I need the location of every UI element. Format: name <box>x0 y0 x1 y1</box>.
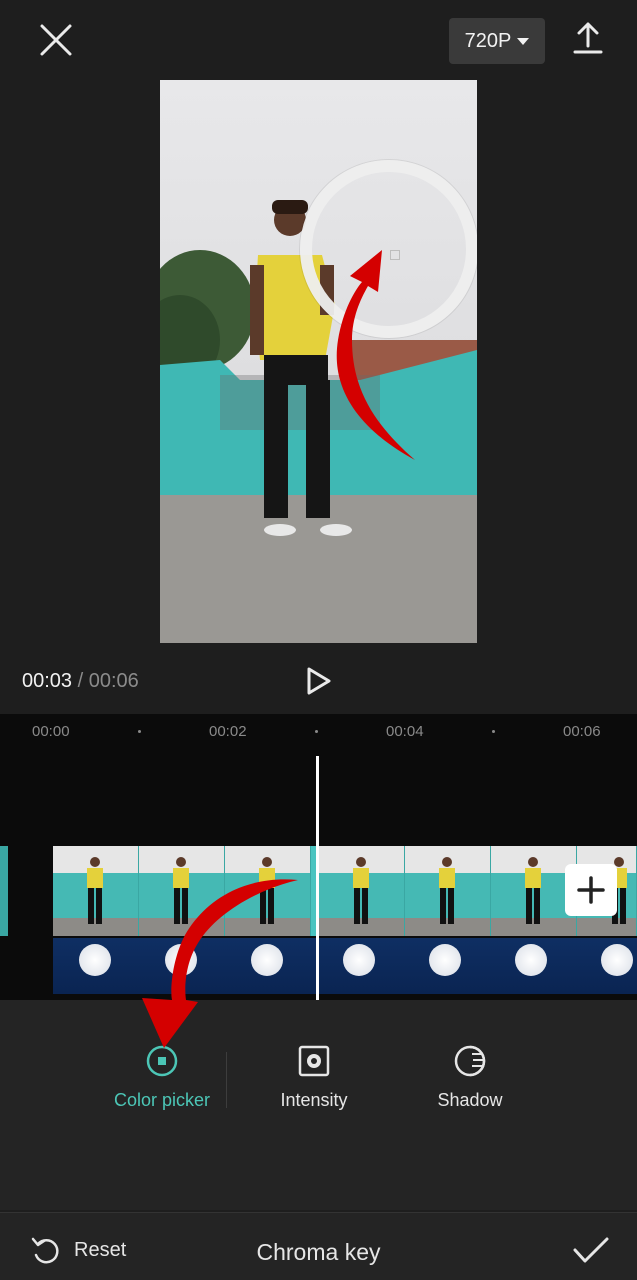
ruler-tick: 00:02 <box>209 723 247 740</box>
total-time: 00:06 <box>88 670 139 692</box>
tool-label: Shadow <box>437 1090 503 1110</box>
timeline[interactable]: 00:00 00:02 00:04 00:06 <box>0 714 637 1000</box>
export-upload-icon <box>573 22 603 54</box>
figure-thumb <box>353 857 369 924</box>
figure-thumb <box>259 857 275 924</box>
moon-thumbnail <box>343 944 375 976</box>
caret-down-icon <box>517 37 530 45</box>
ruler-dot <box>492 730 495 733</box>
ruler-tick: 00:06 <box>563 723 601 740</box>
video-clip-track[interactable] <box>53 846 637 936</box>
clip-thumbnail <box>319 846 405 936</box>
video-preview[interactable] <box>160 80 477 643</box>
moon-thumbnail <box>165 944 197 976</box>
figure-thumb <box>87 857 103 924</box>
tool-label: Intensity <box>280 1090 348 1110</box>
shadow-tool[interactable]: Shadow <box>395 1044 545 1111</box>
intensity-tool[interactable]: Intensity <box>239 1044 389 1111</box>
time-display: 00:03 / 00:06 <box>22 670 139 693</box>
play-button[interactable] <box>305 666 333 696</box>
current-time: 00:03 <box>22 670 73 692</box>
moon-thumbnail <box>601 944 633 976</box>
bottom-bar: Reset Chroma key <box>0 1212 637 1280</box>
figure-thumb <box>525 857 541 924</box>
shadow-icon <box>454 1045 486 1077</box>
color-picker-tool[interactable]: Color picker <box>87 1044 237 1111</box>
add-clip-button[interactable] <box>565 864 617 916</box>
preview-scene <box>160 200 477 643</box>
overlay-clip-track[interactable] <box>53 938 637 994</box>
ruler-tick: 00:00 <box>32 723 70 740</box>
ruler-dot <box>138 730 141 733</box>
playhead[interactable] <box>316 756 319 1000</box>
moon-thumbnail <box>251 944 283 976</box>
panel-title: Chroma key <box>256 1239 381 1265</box>
playback-bar: 00:03 / 00:06 <box>0 650 637 714</box>
clip-thumbnail <box>225 846 311 936</box>
ruler-tick: 00:04 <box>386 723 424 740</box>
clip-thumbnail <box>405 846 491 936</box>
resolution-dropdown[interactable]: 720P <box>449 18 545 64</box>
check-icon <box>573 1237 609 1263</box>
play-icon <box>307 667 331 695</box>
intensity-icon <box>298 1045 330 1077</box>
time-ruler: 00:00 00:02 00:04 00:06 <box>0 714 637 750</box>
plus-icon <box>577 876 605 904</box>
tool-divider <box>226 1052 227 1108</box>
color-picker-icon <box>146 1045 178 1077</box>
close-button[interactable] <box>36 20 76 60</box>
moon-thumbnail <box>429 944 461 976</box>
export-button[interactable] <box>570 20 606 56</box>
ruler-dot <box>315 730 318 733</box>
chroma-key-tools: Color picker Intensity Shadow <box>0 1000 637 1210</box>
moon-thumbnail <box>79 944 111 976</box>
time-separator: / <box>72 670 89 692</box>
figure-thumb <box>439 857 455 924</box>
clip-thumbnail <box>53 846 139 936</box>
color-picker-crosshair <box>390 250 400 260</box>
clip-thumbnail <box>139 846 225 936</box>
figure-thumb <box>173 857 189 924</box>
previous-clip-edge[interactable] <box>0 846 8 936</box>
top-bar: 720P <box>0 0 637 80</box>
resolution-label: 720P <box>464 29 512 52</box>
confirm-button[interactable] <box>572 1235 610 1265</box>
tool-label: Color picker <box>113 1090 211 1110</box>
color-picker-ring[interactable] <box>300 160 477 338</box>
close-icon <box>40 24 72 56</box>
moon-thumbnail <box>515 944 547 976</box>
